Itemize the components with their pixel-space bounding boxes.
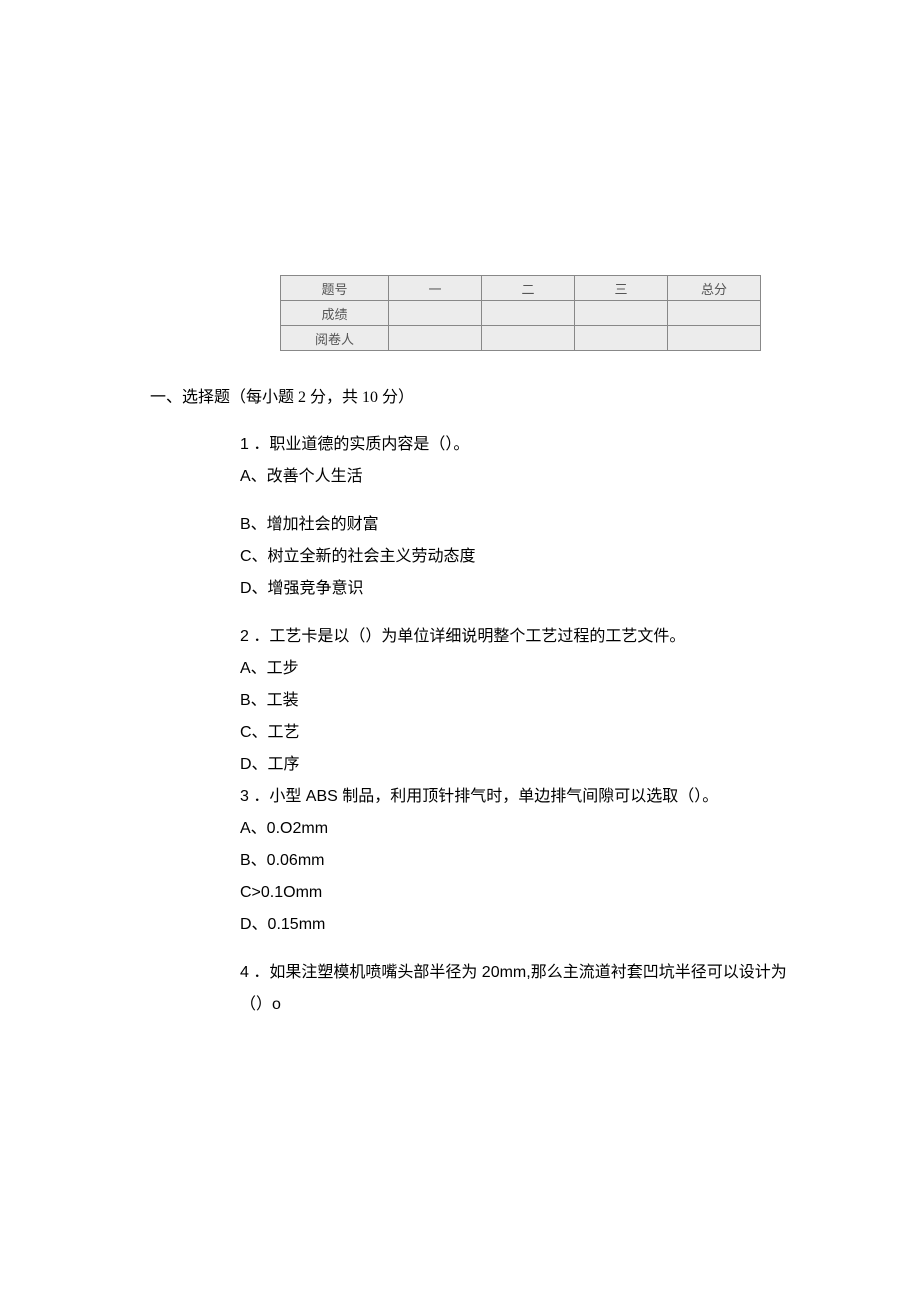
question-text: 2 ．工艺卡是以（）为单位详细说明整个工艺过程的工艺文件。 [240, 621, 790, 653]
cell [575, 301, 668, 326]
cell [668, 326, 761, 351]
header-cell: 三 [575, 276, 668, 301]
cell [575, 326, 668, 351]
option-b: B、工装 [240, 685, 790, 717]
cell [668, 301, 761, 326]
option-c: C>0.1Omm [240, 877, 790, 909]
header-cell: 总分 [668, 276, 761, 301]
question-text: 1 ．职业道德的实质内容是（）。 [240, 429, 790, 461]
header-cell: 一 [389, 276, 482, 301]
section-title: 一、选择题（每小题 2 分，共 10 分） [150, 383, 790, 407]
score-table: 题号 一 二 三 总分 成绩 阅卷人 [280, 275, 761, 351]
option-d: D、增强竞争意识 [240, 573, 790, 605]
question-text: 3 ．小型 ABS 制品，利用顶针排气时，单边排气间隙可以选取（）。 [240, 781, 790, 813]
option-b: B、增加社会的财富 [240, 509, 790, 541]
option-a: A、工步 [240, 653, 790, 685]
option-d: D、0.15mm [240, 909, 790, 941]
header-cell: 二 [482, 276, 575, 301]
cell [482, 301, 575, 326]
option-c: C、工艺 [240, 717, 790, 749]
option-b: B、0.06mm [240, 845, 790, 877]
header-cell: 题号 [281, 276, 389, 301]
option-a: A、0.O2mm [240, 813, 790, 845]
question-text-cont: （）o [240, 989, 790, 1021]
option-d: D、工序 [240, 749, 790, 781]
cell [482, 326, 575, 351]
cell [389, 326, 482, 351]
question-text: 4 ．如果注塑模机喷嘴头部半径为 20mm,那么主流道衬套凹坑半径可以设计为 [240, 957, 790, 989]
option-a: A、改善个人生活 [240, 461, 790, 493]
row-label: 成绩 [281, 301, 389, 326]
option-c: C、树立全新的社会主义劳动态度 [240, 541, 790, 573]
cell [389, 301, 482, 326]
row-label: 阅卷人 [281, 326, 389, 351]
